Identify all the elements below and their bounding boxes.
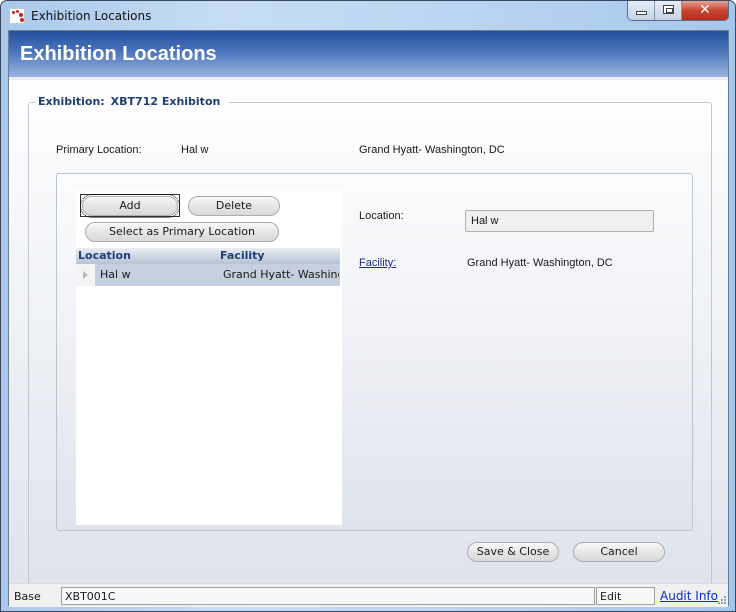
table-row[interactable]: Hal w Grand Hyatt- Washingt [76,264,340,286]
maximize-icon [663,5,674,14]
delete-button[interactable]: Delete [188,196,280,216]
exhibition-label: Exhibition: [38,95,105,108]
cancel-button[interactable]: Cancel [573,542,665,562]
cell-facility: Grand Hyatt- Washingt [223,268,339,281]
app-logo-icon [9,8,25,24]
close-button[interactable]: ✕ [682,1,728,20]
close-icon: ✕ [699,2,711,18]
primary-location-label: Primary Location: [56,144,142,156]
base-label: Base [14,590,41,603]
status-bar: Base XBT001C Edit Audit Info [9,583,728,607]
minimize-button[interactable] [628,1,655,20]
locations-panel: Add Delete Select as Primary Location Lo… [56,173,693,531]
select-primary-location-button[interactable]: Select as Primary Location [85,222,279,242]
primary-facility-value: Grand Hyatt- Washington, DC [359,144,505,156]
add-button[interactable]: Add [80,194,180,218]
location-input[interactable] [465,210,654,232]
primary-location-value: Hal w [181,144,209,156]
app-window: Exhibition Locations ✕ Exhibition Locati… [0,0,736,612]
header-banner: Exhibition Locations [9,31,728,77]
title-bar[interactable]: Exhibition Locations ✕ [1,1,735,30]
maximize-button[interactable] [655,1,682,20]
client-area: Exhibition Locations Exhibition: XBT712 E… [8,30,729,607]
column-header-location[interactable]: Location [78,249,131,262]
row-cells: Hal w Grand Hyatt- Washingt [95,264,340,286]
record-code-field: XBT001C [61,587,595,605]
window-title: Exhibition Locations [31,9,152,23]
page-title: Exhibition Locations [20,43,217,65]
exhibition-value: XBT712 Exhibiton [110,95,221,108]
grid-header: Location Facility [76,248,340,264]
cell-location: Hal w [100,268,131,281]
save-close-button[interactable]: Save & Close [467,542,559,562]
facility-value: Grand Hyatt- Washington, DC [467,257,613,269]
window-controls: ✕ [627,1,729,21]
mode-field: Edit [596,587,655,605]
column-header-facility[interactable]: Facility [220,249,265,262]
minimize-icon [636,11,647,15]
location-label: Location: [359,210,404,222]
locations-list-pane: Add Delete Select as Primary Location Lo… [76,189,342,525]
facility-link[interactable]: Facility: [359,257,396,269]
audit-info-link[interactable]: Audit Info [660,589,718,603]
row-pointer-icon [83,271,88,279]
row-selector[interactable] [76,264,95,286]
exhibition-legend: Exhibition: XBT712 Exhibiton [35,95,230,108]
resize-grip-icon[interactable] [716,594,726,604]
